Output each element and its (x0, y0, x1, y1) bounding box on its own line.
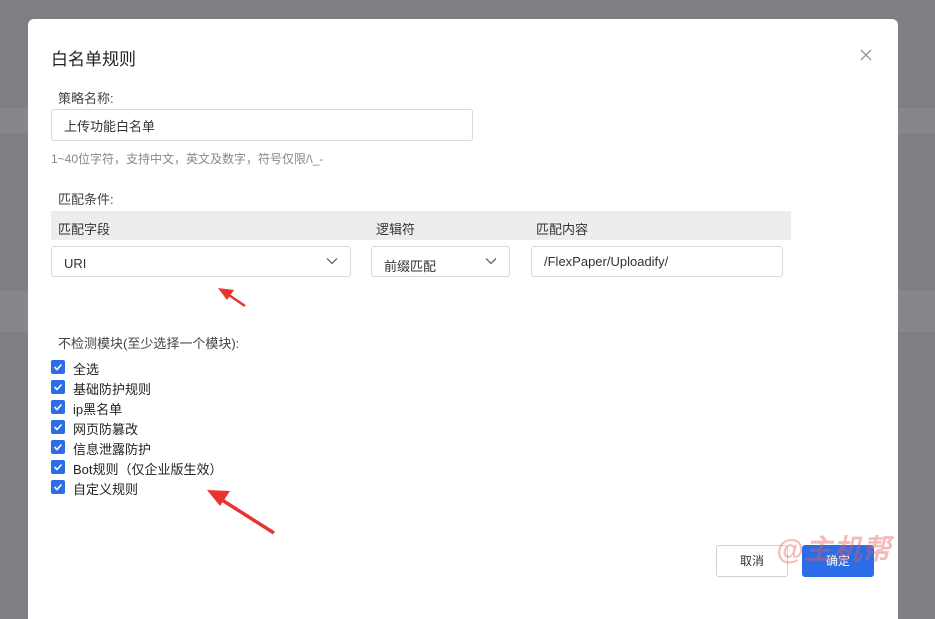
annotation-arrows (207, 288, 275, 535)
annotation-arrow (207, 490, 275, 535)
annotation-arrow (218, 288, 246, 308)
watermark: @主机帮 (776, 534, 892, 565)
